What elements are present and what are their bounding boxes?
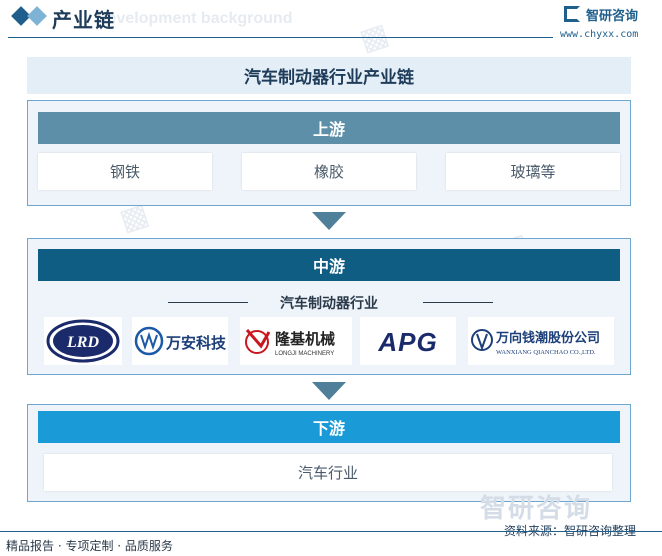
wanxiang-logo-text: 万向钱潮股份公司 [495,330,600,346]
wanxiang-logo-icon: 万向钱潮股份公司 WANXIANG QIANCHAO CO.,LTD. [471,329,600,356]
footer-divider [0,531,662,532]
company-logo-longji: 隆基机械 LONGJI MACHINERY [240,317,352,365]
wanan-logo-text: 万安科技 [165,334,227,352]
down-arrow-icon [312,382,346,400]
midstream-section: 中游 汽车制动器行业 LRD 万安科技 隆基机械 LONGJI MACHINER… [27,238,631,375]
midstream-band: 中游 [38,249,620,281]
sub-divider [423,302,493,303]
apg-logo-icon: APG [377,327,437,357]
company-logo-row: LRD 万安科技 隆基机械 LONGJI MACHINERY APG 万向钱潮股… [28,317,630,365]
footer-slogan: 精品报告 · 专项定制 · 品质服务 [6,539,173,553]
downstream-item: 汽车行业 [44,454,612,491]
down-arrow-icon [312,212,346,230]
brand-name: 智研咨询 [586,9,639,24]
header-ghost-text: Development background [96,10,293,27]
diagram-title: 汽车制动器行业产业链 [27,57,631,94]
company-logo-lrd: LRD [44,317,122,365]
footer-watermark: 智研咨询 [480,494,593,524]
longji-logo-sub: LONGJI MACHINERY [275,351,334,357]
diamond-icon [27,6,47,26]
brand-url: www.chyxx.com [560,29,639,40]
longji-logo-icon: 隆基机械 LONGJI MACHINERY [245,329,335,357]
lrd-logo-icon: LRD [46,319,120,363]
company-logo-wanxiang: 万向钱潮股份公司 WANXIANG QIANCHAO CO.,LTD. [468,317,614,365]
upstream-item: 橡胶 [242,153,416,190]
upstream-item: 钢铁 [38,153,212,190]
company-logo-apg: APG [360,317,456,365]
apg-logo-text: APG [377,327,437,357]
brand-logo-icon [564,6,580,22]
company-logo-wanan: 万安科技 [132,317,228,365]
brand-logo: 智研咨询 [564,5,656,25]
header-divider [8,37,553,38]
wanxiang-logo-sub: WANXIANG QIANCHAO CO.,LTD. [496,349,596,356]
lrd-logo-text: LRD [66,334,99,351]
downstream-band: 下游 [38,411,620,443]
page-title: 产业链 [52,8,115,32]
longji-logo-text: 隆基机械 [275,330,335,348]
upstream-section: 上游 钢铁 橡胶 玻璃等 [27,100,631,206]
midstream-subheader: 汽车制动器行业 [28,293,630,312]
wanan-logo-icon: 万安科技 [134,326,227,356]
page-header: Development background 产业链 智研咨询 www.chyx… [0,0,662,44]
upstream-band: 上游 [38,112,620,144]
upstream-item: 玻璃等 [446,153,620,190]
midstream-sub-label: 汽车制动器行业 [280,296,378,312]
